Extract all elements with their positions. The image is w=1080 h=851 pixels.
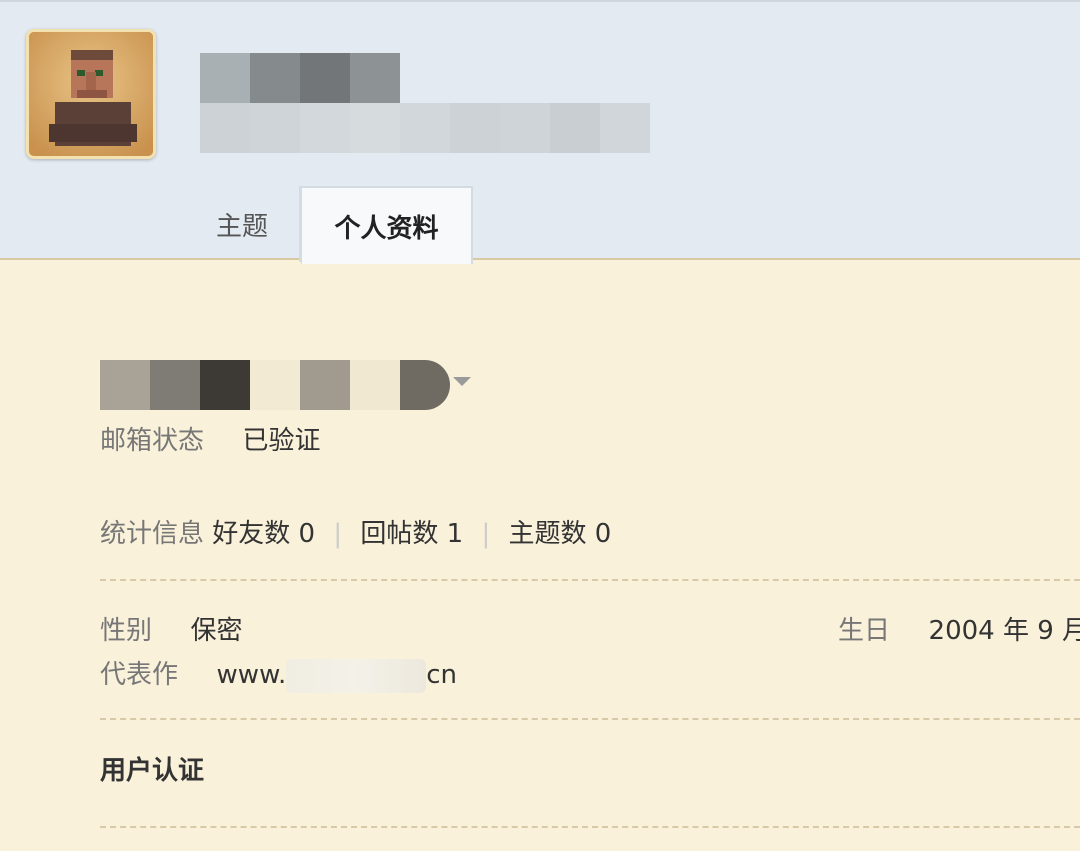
tab-profile[interactable]: 个人资料 (301, 186, 473, 264)
replies-count[interactable]: 回帖数 1 (360, 519, 463, 549)
divider (100, 718, 1080, 720)
birthday-value: 2004 年 9 月 (928, 616, 1080, 646)
topics-count[interactable]: 主题数 0 (509, 519, 612, 549)
representative-work-row: 代表作 www. cn (100, 654, 457, 693)
friends-count[interactable]: 好友数 0 (212, 519, 315, 549)
gender-value: 保密 (190, 616, 243, 646)
divider (100, 579, 1080, 581)
profile-tabs: 主题 个人资料 (185, 186, 473, 264)
triangle-down-icon[interactable] (453, 377, 471, 386)
gender-row: 性别 保密 (100, 610, 243, 647)
work-url-prefix[interactable]: www. (217, 660, 287, 690)
email-status-label: 邮箱状态 (100, 426, 205, 456)
stats-row: 统计信息 好友数 0 | 回帖数 1 | 主题数 0 (100, 513, 611, 550)
email-blurred (100, 360, 450, 410)
divider (100, 826, 1080, 828)
user-subtitle-blurred (200, 103, 650, 153)
birthday-label: 生日 (838, 616, 891, 646)
birthday-row: 生日 2004 年 9 月 (838, 610, 1080, 647)
work-url-blurred (286, 658, 427, 693)
gender-label: 性别 (100, 616, 153, 646)
work-label: 代表作 (100, 660, 179, 690)
user-verification-title: 用户认证 (100, 756, 205, 786)
email-status-row: 邮箱状态 已验证 (100, 420, 321, 457)
username-blurred (200, 53, 400, 103)
stats-separator: | (333, 519, 343, 549)
villager-avatar-icon (29, 32, 153, 156)
email-status-value: 已验证 (242, 426, 321, 456)
profile-header: 主题 个人资料 (0, 0, 1080, 264)
stats-label: 统计信息 (100, 519, 205, 549)
stats-separator: | (481, 519, 491, 549)
tab-topics[interactable]: 主题 (185, 186, 301, 262)
user-avatar[interactable] (26, 29, 156, 159)
work-url-suffix[interactable]: cn (426, 660, 457, 690)
